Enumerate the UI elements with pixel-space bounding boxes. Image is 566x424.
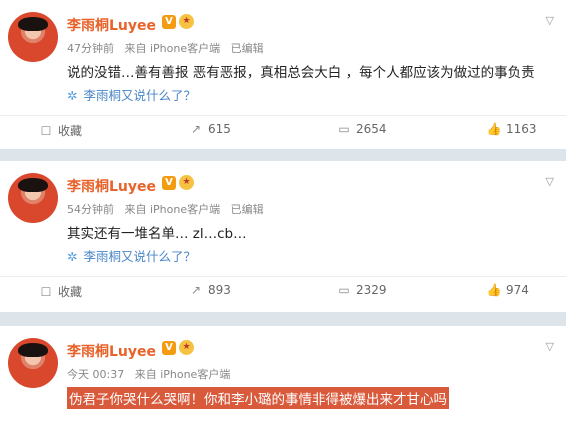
repost-icon: ↗: [190, 283, 202, 297]
comment-count: 2654: [356, 122, 387, 136]
post-source: 来自 iPhone客户端: [124, 42, 221, 55]
verified-badge: V: [162, 341, 176, 355]
post-time: 今天 00:37: [67, 368, 125, 381]
watermark: 头条@电音: [493, 386, 554, 400]
favorite-icon: ☐: [40, 285, 52, 299]
username[interactable]: 李雨桐Luyee: [67, 341, 156, 361]
like-count: 1163: [506, 122, 537, 136]
repost-button[interactable]: ↗ 615: [188, 122, 231, 136]
username[interactable]: 李雨桐Luyee: [67, 176, 156, 196]
medal-icon: ★: [179, 175, 194, 190]
repost-count: 893: [208, 283, 231, 297]
action-bar: ☐ 收藏 ↗ 615 ▭ 2654 👍 1163: [0, 115, 566, 142]
post-content: 说的没错…善有善报 恶有恶报，真相总会大白 ，每个人都应该为做过的事负责: [67, 65, 535, 81]
verified-badge: V: [162, 15, 176, 29]
star-topic-icon: ✲: [67, 249, 78, 264]
repost-icon: ↗: [190, 122, 202, 136]
post-source: 来自 iPhone客户端: [134, 368, 231, 381]
weibo-post: 李雨桐Luyee V ★ ▽ 54分钟前 来自 iPhone客户端 已编辑 其实…: [0, 161, 566, 312]
favorite-label: 收藏: [58, 124, 83, 138]
post-meta: 今天 00:37 来自 iPhone客户端: [67, 366, 237, 382]
weibo-post: 李雨桐Luyee V ★ ▽ 47分钟前 来自 iPhone客户端 已编辑 说的…: [0, 0, 566, 149]
medal-icon: ★: [179, 14, 194, 29]
username[interactable]: 李雨桐Luyee: [67, 15, 156, 35]
avatar[interactable]: [8, 338, 58, 388]
topic-text: 李雨桐又说什么了？: [83, 88, 196, 103]
comment-button[interactable]: ▭ 2329: [336, 283, 387, 297]
like-button[interactable]: 👍 974: [486, 283, 529, 297]
topic-link[interactable]: ✲ 李雨桐又说什么了？: [67, 85, 196, 104]
edited-label: 已编辑: [230, 203, 264, 216]
post-time: 47分钟前: [67, 42, 114, 55]
favorite-button[interactable]: ☐ 收藏: [38, 283, 82, 300]
post-source: 来自 iPhone客户端: [124, 203, 221, 216]
chevron-down-icon[interactable]: ▽: [546, 14, 554, 27]
medal-icon: ★: [179, 340, 194, 355]
comment-icon: ▭: [338, 283, 350, 297]
action-bar: ☐ 收藏 ↗ 893 ▭ 2329 👍 974: [0, 276, 566, 303]
favorite-button[interactable]: ☐ 收藏: [38, 122, 82, 139]
star-topic-icon: ✲: [67, 88, 78, 103]
like-icon: 👍: [486, 122, 502, 136]
comment-count: 2329: [356, 283, 387, 297]
chevron-down-icon[interactable]: ▽: [546, 340, 554, 353]
post-content: 伪君子你哭什么哭啊！你和李小璐的事情非得被爆出来才甘心吗: [67, 387, 449, 409]
favorite-label: 收藏: [58, 285, 83, 299]
repost-button[interactable]: ↗ 893: [188, 283, 231, 297]
post-meta: 54分钟前 来自 iPhone客户端 已编辑: [67, 201, 271, 217]
topic-link[interactable]: ✲ 李雨桐又说什么了？: [67, 246, 196, 265]
post-content: 其实还有一堆名单… zl…cb…: [67, 226, 247, 242]
like-count: 974: [506, 283, 529, 297]
avatar[interactable]: [8, 12, 58, 62]
chevron-down-icon[interactable]: ▽: [546, 175, 554, 188]
avatar[interactable]: [8, 173, 58, 223]
like-icon: 👍: [486, 283, 502, 297]
post-meta: 47分钟前 来自 iPhone客户端 已编辑: [67, 40, 271, 56]
repost-count: 615: [208, 122, 231, 136]
favorite-icon: ☐: [40, 124, 52, 138]
verified-badge: V: [162, 176, 176, 190]
edited-label: 已编辑: [230, 42, 264, 55]
comment-button[interactable]: ▭ 2654: [336, 122, 387, 136]
comment-icon: ▭: [338, 122, 350, 136]
weibo-post: 李雨桐Luyee V ★ ▽ 今天 00:37 来自 iPhone客户端 伪君子…: [0, 326, 566, 424]
topic-text: 李雨桐又说什么了？: [83, 249, 196, 264]
like-button[interactable]: 👍 1163: [486, 122, 537, 136]
post-time: 54分钟前: [67, 203, 114, 216]
